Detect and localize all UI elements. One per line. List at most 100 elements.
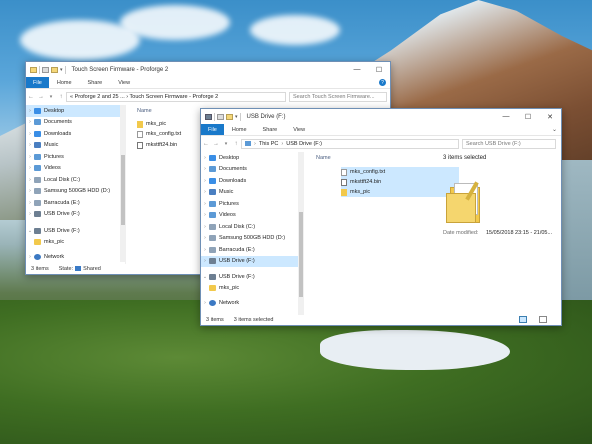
item-count: 3 items [206,316,224,323]
close-button[interactable]: ✕ [539,109,561,124]
column-header-name[interactable]: Name [137,108,152,114]
sidebar-item-music[interactable]: › Music [201,187,302,199]
dropdown-chevron-icon[interactable]: ▾ [235,114,238,120]
address-row: ← → ▾ ↑ › This PC › USB Drive (F:) Searc… [201,137,561,150]
column-header-name[interactable]: Name [316,155,331,161]
properties-icon[interactable] [217,113,224,120]
sidebar-item-downloads[interactable]: › Downloads [26,128,125,140]
title-bar[interactable]: ▾ USB Drive (F:) — ☐ ✕ [201,109,561,124]
up-arrow-icon[interactable]: ↑ [231,141,241,147]
folder-icon [209,285,216,292]
usb-drive-icon [205,113,212,120]
list-item[interactable]: mks_config.txt [137,129,181,139]
sidebar-item-documents[interactable]: › Documents [26,117,125,129]
sidebar-item-usb-drive-f[interactable]: › USB Drive (F:) [26,209,125,221]
large-icons-view-icon[interactable] [539,316,547,323]
navigation-pane[interactable]: › Desktop › Documents › Downloads › Music › P… [201,152,303,315]
sidebar-item-usb-drive-f-root[interactable]: ⌄ USB Drive (F:) [26,225,125,237]
new-folder-icon[interactable] [226,113,233,120]
sidebar-item-videos[interactable]: › Videos [201,210,302,222]
address-bar[interactable]: › This PC › USB Drive (F:) [241,138,459,149]
search-input[interactable]: Search USB Drive (F:) [462,138,556,149]
folder-icon [30,66,37,73]
tab-home[interactable]: Home [224,124,255,135]
drive-icon [34,176,41,183]
sidebar-item-network[interactable]: › Network [26,251,125,263]
tab-share[interactable]: Share [80,77,111,88]
sidebar-item-usb-drive-f[interactable]: › USB Drive (F:) [201,255,302,267]
recent-chevron-icon[interactable]: ▾ [221,141,231,147]
details-view-icon[interactable] [519,316,527,323]
documents-icon [209,166,216,173]
navigation-scrollbar[interactable] [120,105,126,262]
details-date-modified: Date modified: 15/05/2018 23:15 - 21/05.… [443,230,552,236]
back-arrow-icon[interactable]: ← [201,141,211,147]
usb-drive-icon [34,211,41,218]
search-input[interactable]: Search Touch Screen Firmware... [289,91,387,102]
sidebar-item-desktop[interactable]: › Desktop [26,105,125,117]
new-folder-icon[interactable] [51,66,58,73]
network-icon [34,253,41,260]
address-bar[interactable]: « Proforge 2 and 25 ... › Touch Screen F… [66,91,286,102]
multiple-files-icon [444,181,486,225]
pictures-icon [209,200,216,207]
list-item[interactable]: mks_config.txt [341,167,459,177]
navigation-pane[interactable]: › Desktop › Documents › Downloads › Music › P… [26,105,126,264]
folder-icon [137,120,143,128]
forward-arrow-icon[interactable]: → [211,141,221,147]
back-arrow-icon[interactable]: ← [26,94,36,100]
breadcrumb-this-pc[interactable]: This PC [259,141,279,147]
sidebar-item-documents[interactable]: › Documents [201,164,302,176]
drive-icon [209,223,216,230]
tab-share[interactable]: Share [255,124,286,135]
title-bar[interactable]: ▾ Touch Screen Firmware - Proforge 2 — ☐ [26,62,390,77]
sidebar-item-samsung-hdd-d[interactable]: › Samsung 500GB HDD (D:) [201,233,302,245]
sidebar-item-barracuda-e[interactable]: › Barracuda (E:) [201,244,302,256]
help-icon[interactable]: ? [379,79,386,86]
text-file-icon [341,168,347,176]
list-item[interactable]: mksttft24.bin [137,140,177,150]
sidebar-item-downloads[interactable]: › Downloads [201,175,302,187]
minimize-button[interactable]: — [495,109,517,124]
usb-drive-icon [209,258,216,265]
sidebar-item-network[interactable]: › Network [201,297,302,309]
tab-file[interactable]: File [201,124,224,135]
list-item[interactable]: mks_pic [341,187,459,197]
tab-view[interactable]: View [285,124,313,135]
drive-icon [34,188,41,195]
scrollbar-thumb[interactable] [121,155,125,225]
sidebar-item-desktop[interactable]: › Desktop [201,152,302,164]
list-item[interactable]: mks_pic [137,119,166,129]
sidebar-item-samsung-hdd-d[interactable]: › Samsung 500GB HDD (D:) [26,186,125,198]
dropdown-chevron-icon[interactable]: ▾ [60,67,63,73]
forward-arrow-icon[interactable]: → [36,94,46,100]
tab-home[interactable]: Home [49,77,80,88]
sidebar-item-barracuda-e[interactable]: › Barracuda (E:) [26,197,125,209]
explorer-window-usb-drive[interactable]: ▾ USB Drive (F:) — ☐ ✕ File Home Share V… [200,108,562,326]
breadcrumb-usb-drive[interactable]: USB Drive (F:) [286,141,322,147]
tab-file[interactable]: File [26,77,49,88]
list-item[interactable]: mksttft24.bin [341,177,459,187]
maximize-button[interactable]: ☐ [517,109,539,124]
maximize-button[interactable]: ☐ [368,62,390,77]
sidebar-item-music[interactable]: › Music [26,140,125,152]
sidebar-item-pictures[interactable]: › Pictures [26,151,125,163]
scrollbar-thumb[interactable] [299,212,303,297]
drive-icon [209,235,216,242]
navigation-scrollbar[interactable] [298,152,304,315]
recent-chevron-icon[interactable]: ▾ [46,94,56,100]
sidebar-item-local-disk-c[interactable]: › Local Disk (C:) [26,174,125,186]
properties-icon[interactable] [42,66,49,73]
expand-ribbon-icon[interactable]: ⌄ [552,126,561,133]
sidebar-item-mks-pic[interactable]: mks_pic [26,237,125,249]
sidebar-item-local-disk-c[interactable]: › Local Disk (C:) [201,221,302,233]
sidebar-item-pictures[interactable]: › Pictures [201,198,302,210]
minimize-button[interactable]: — [346,62,368,77]
up-arrow-icon[interactable]: ↑ [56,94,66,100]
item-count: 3 items [31,265,49,272]
sidebar-item-mks-pic[interactable]: mks_pic [201,283,302,295]
sidebar-item-videos[interactable]: › Videos [26,163,125,175]
sidebar-item-usb-drive-f-root[interactable]: ⌄ USB Drive (F:) [201,271,302,283]
folder-icon [341,188,347,196]
tab-view[interactable]: View [110,77,138,88]
